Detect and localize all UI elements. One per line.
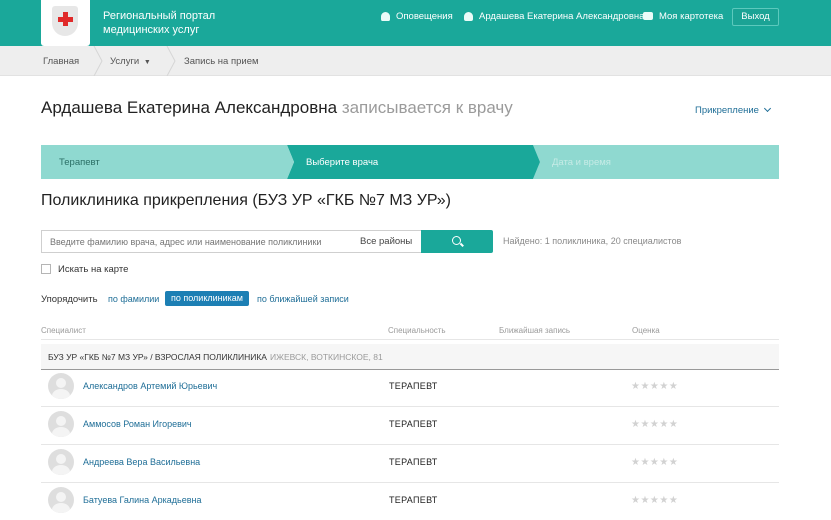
attachment-label: Прикрепление xyxy=(695,105,759,116)
nav-services-label: Услуги xyxy=(110,56,140,67)
step-therapist[interactable]: Терапевт xyxy=(59,157,100,168)
user-icon xyxy=(464,11,473,21)
patient-name: Ардашева Екатерина Александровна xyxy=(41,98,338,117)
table-row[interactable]: Андреева Вера Васильевна ТЕРАПЕВТ ★★★★★ xyxy=(41,444,779,482)
map-search-checkbox[interactable] xyxy=(41,264,51,274)
table-row[interactable]: Аммосов Роман Игоревич ТЕРАПЕВТ ★★★★★ xyxy=(41,406,779,444)
column-rating: Оценка xyxy=(632,326,660,335)
sort-label: Упорядочить xyxy=(41,294,98,305)
chevron-down-icon xyxy=(763,104,771,113)
step-date-time: Дата и время xyxy=(552,157,611,168)
doctor-specialty: ТЕРАПЕВТ xyxy=(389,457,438,467)
attachment-dropdown[interactable]: Прикрепление xyxy=(695,104,771,116)
table-row[interactable]: Александров Артемий Юрьевич ТЕРАПЕВТ ★★★… xyxy=(41,368,779,406)
avatar-placeholder-icon xyxy=(48,411,74,437)
doctor-specialty: ТЕРАПЕВТ xyxy=(389,495,438,505)
doctor-name-link[interactable]: Андреева Вера Васильевна xyxy=(83,457,200,467)
divider xyxy=(41,339,779,340)
doctor-name-link[interactable]: Батуева Галина Аркадьевна xyxy=(83,495,202,505)
column-specialist: Специалист xyxy=(41,326,86,335)
sort-by-surname[interactable]: по фамилии xyxy=(108,294,159,304)
clinic-group-address: ИЖЕВСК, ВОТКИНСКОЕ, 81 xyxy=(270,352,383,362)
clinic-group-name: БУЗ УР «ГКБ №7 МЗ УР» / ВЗРОСЛАЯ ПОЛИКЛИ… xyxy=(48,352,267,362)
avatar-placeholder-icon xyxy=(48,449,74,475)
user-name-label: Ардашева Екатерина Александровна xyxy=(479,11,645,22)
column-specialty: Специальность xyxy=(388,326,446,335)
bell-icon xyxy=(381,11,390,21)
nav-home[interactable]: Главная xyxy=(43,56,79,67)
card-icon xyxy=(643,12,653,21)
search-input[interactable] xyxy=(50,237,350,247)
caret-down-icon: ▼ xyxy=(143,59,151,66)
map-search-label[interactable]: Искать на карте xyxy=(58,264,128,275)
search-button[interactable] xyxy=(421,230,493,253)
results-count: Найдено: 1 поликлиника, 20 специалистов xyxy=(503,236,682,246)
region-select[interactable]: Все районы xyxy=(360,236,412,247)
rating-stars-icon: ★★★★★ xyxy=(631,419,679,430)
doctor-name-link[interactable]: Александров Артемий Юрьевич xyxy=(83,381,217,391)
user-profile-link[interactable]: Ардашева Екатерина Александровна xyxy=(464,11,644,23)
notifications-link[interactable]: Оповещения xyxy=(381,11,453,23)
clinic-group-header[interactable]: БУЗ УР «ГКБ №7 МЗ УР» / ВЗРОСЛАЯ ПОЛИКЛИ… xyxy=(41,344,779,369)
notifications-label: Оповещения xyxy=(396,11,453,22)
page-title: Ардашева Екатерина Александровна записыв… xyxy=(41,98,513,118)
logout-button[interactable]: Выход xyxy=(732,8,779,26)
avatar-placeholder-icon xyxy=(48,373,74,399)
table-row[interactable]: Батуева Галина Аркадьевна ТЕРАПЕВТ ★★★★★ xyxy=(41,482,779,520)
doctor-specialty: ТЕРАПЕВТ xyxy=(389,419,438,429)
rating-stars-icon: ★★★★★ xyxy=(631,381,679,392)
my-card-link[interactable]: Моя картотека xyxy=(643,11,723,23)
rating-stars-icon: ★★★★★ xyxy=(631,457,679,468)
sort-by-clinic[interactable]: по поликлиникам xyxy=(165,291,249,306)
rating-stars-icon: ★★★★★ xyxy=(631,495,679,506)
nav-appointment[interactable]: Запись на прием xyxy=(184,56,259,67)
portal-title[interactable]: Региональный портал медицинских услуг xyxy=(103,9,243,37)
column-nearest: Ближайшая запись xyxy=(499,326,571,335)
wizard-steps: Терапевт Выберите врача Дата и время xyxy=(41,145,779,179)
nav-services[interactable]: Услуги ▼ xyxy=(110,56,151,67)
sort-by-nearest[interactable]: по ближайшей записи xyxy=(257,294,349,304)
doctor-name-link[interactable]: Аммосов Роман Игоревич xyxy=(83,419,192,429)
nav-separator xyxy=(93,46,105,76)
step-choose-doctor[interactable]: Выберите врача xyxy=(306,157,378,168)
medical-cross-logo-icon[interactable] xyxy=(52,6,78,36)
clinic-title: Поликлиника прикрепления (БУЗ УР «ГКБ №7… xyxy=(41,192,451,209)
nav-separator xyxy=(166,46,178,76)
title-suffix: записывается к врачу xyxy=(341,98,513,117)
avatar-placeholder-icon xyxy=(48,487,74,513)
my-card-label: Моя картотека xyxy=(659,11,724,22)
doctor-specialty: ТЕРАПЕВТ xyxy=(389,381,438,391)
